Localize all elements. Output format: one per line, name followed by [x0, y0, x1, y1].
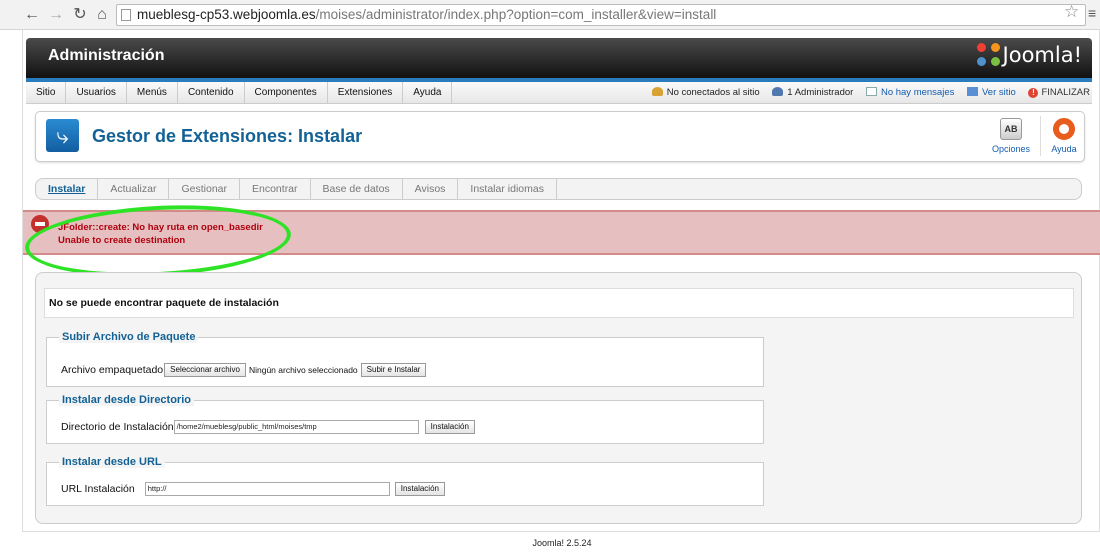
admins-status: 1 Administrador: [772, 82, 853, 103]
browser-toolbar: ← → ↻ ⌂ mueblesg-cp53.webjoomla.es/moise…: [0, 0, 1100, 30]
visitors-status: No conectados al sitio: [651, 82, 760, 103]
directory-legend: Instalar desde Directorio: [59, 394, 194, 406]
admins-label: 1 Administrador: [787, 87, 854, 98]
install-panel: No se puede encontrar paquete de instala…: [35, 272, 1082, 524]
directory-fieldset: Instalar desde Directorio Directorio de …: [46, 394, 764, 444]
admin-user-icon: [772, 87, 784, 96]
lifebuoy-icon: [1053, 118, 1075, 140]
monitor-icon: [967, 87, 978, 96]
logout-label: FINALIZAR: [1041, 87, 1090, 98]
joomla-logo: Joomla!: [976, 43, 1082, 67]
tab-actualizar[interactable]: Actualizar: [110, 179, 170, 199]
tab-instalar-idiomas[interactable]: Instalar idiomas: [470, 179, 557, 199]
menu-item-contenido[interactable]: Contenido: [178, 82, 245, 104]
menu-item-extensiones[interactable]: Extensiones: [328, 82, 404, 104]
help-button[interactable]: Ayuda: [1039, 118, 1089, 154]
select-file-button[interactable]: Seleccionar archivo: [164, 363, 246, 377]
page-title: Gestor de Extensiones: Instalar: [92, 126, 363, 146]
options-icon: AB: [1000, 118, 1022, 140]
url-input[interactable]: http://: [144, 482, 390, 496]
tab-avisos[interactable]: Avisos: [415, 179, 459, 199]
url-path: /moises/administrator/index.php?option=c…: [315, 7, 717, 22]
info-message: No se puede encontrar paquete de instala…: [44, 288, 1074, 318]
url-legend: Instalar desde URL: [59, 456, 165, 468]
footer-version: Joomla! 2.5.24: [532, 538, 592, 548]
status-area: No conectados al sitio 1 Administrador N…: [642, 82, 1090, 104]
menu-item-ayuda[interactable]: Ayuda: [403, 82, 453, 104]
help-label: Ayuda: [1051, 144, 1077, 154]
options-button[interactable]: AB Opciones: [986, 118, 1036, 154]
view-site-label: Ver sitio: [982, 87, 1016, 98]
title-box: ⤷ Gestor de Extensiones: Instalar AB Opc…: [35, 111, 1085, 162]
upload-label: Archivo empaquetado: [61, 363, 164, 376]
url-install-button[interactable]: Instalación: [394, 482, 445, 496]
header-title: Administración: [48, 47, 165, 64]
visitors-label: No conectados al sitio: [666, 87, 760, 98]
user-icon: [651, 87, 663, 96]
directory-label: Directorio de Instalación: [61, 420, 174, 433]
upload-row: Archivo empaquetado Seleccionar archivo Ni…: [61, 363, 427, 377]
view-site-link[interactable]: Ver sitio: [967, 82, 1016, 103]
extension-lightning-icon: ⤷: [46, 119, 79, 152]
menu-item-componentes[interactable]: Componentes: [245, 82, 328, 104]
page-icon: [121, 9, 131, 21]
options-label: Opciones: [991, 144, 1031, 154]
upload-fieldset: Subir Archivo de Paquete Archivo empaque…: [46, 331, 764, 387]
joomla-logo-icon: [976, 43, 1001, 67]
upload-legend: Subir Archivo de Paquete: [59, 331, 199, 343]
menu-item-menus[interactable]: Menús: [127, 82, 178, 104]
logout-link[interactable]: ! FINALIZAR: [1028, 82, 1090, 103]
forward-arrow-icon[interactable]: →: [46, 5, 66, 25]
reload-icon[interactable]: ↻: [70, 5, 90, 25]
menu-item-sitio[interactable]: Sitio: [26, 82, 67, 104]
admin-header: Administración Joomla!: [26, 38, 1092, 78]
upload-install-button[interactable]: Subir e Instalar: [360, 363, 427, 377]
url-row: URL Instalación http:// Instalación: [61, 482, 445, 496]
url-host: mueblesg-cp53.webjoomla.es: [137, 7, 316, 22]
directory-input[interactable]: /home2/mueblesg/public_html/moises/tmp: [173, 420, 419, 434]
url-fieldset: Instalar desde URL URL Instalación http:/…: [46, 456, 764, 506]
directory-row: Directorio de Instalación/home2/mueblesg…: [61, 420, 475, 434]
logout-icon: !: [1028, 88, 1039, 98]
tab-base-de-datos[interactable]: Base de datos: [323, 179, 403, 199]
main-menubar: Sitio Usuarios Menús Contenido Component…: [26, 82, 1092, 104]
tab-encontrar[interactable]: Encontrar: [252, 179, 311, 199]
tab-instalar[interactable]: Instalar: [48, 179, 99, 199]
messages-link[interactable]: No hay mensajes: [865, 82, 955, 103]
bookmark-star-icon[interactable]: ☆: [1064, 2, 1079, 22]
messages-label: No hay mensajes: [880, 87, 955, 98]
tab-gestionar[interactable]: Gestionar: [181, 179, 240, 199]
menu-item-usuarios[interactable]: Usuarios: [66, 82, 127, 104]
home-icon[interactable]: ⌂: [92, 5, 112, 25]
address-bar[interactable]: mueblesg-cp53.webjoomla.es/moises/admini…: [116, 4, 1086, 26]
mail-icon: [865, 87, 877, 96]
browser-menu-icon[interactable]: ≡: [1088, 5, 1096, 21]
back-arrow-icon[interactable]: ←: [22, 5, 42, 25]
logo-text: Joomla!: [1002, 43, 1082, 67]
directory-install-button[interactable]: Instalación: [424, 420, 475, 434]
installer-subnav: Instalar Actualizar Gestionar Encontrar …: [35, 178, 1082, 200]
url-label: URL Instalación: [61, 482, 135, 495]
no-file-text: Ningún archivo seleccionado: [248, 365, 358, 375]
admin-page: Administración Joomla! Sitio Usuarios Me…: [22, 30, 1100, 548]
